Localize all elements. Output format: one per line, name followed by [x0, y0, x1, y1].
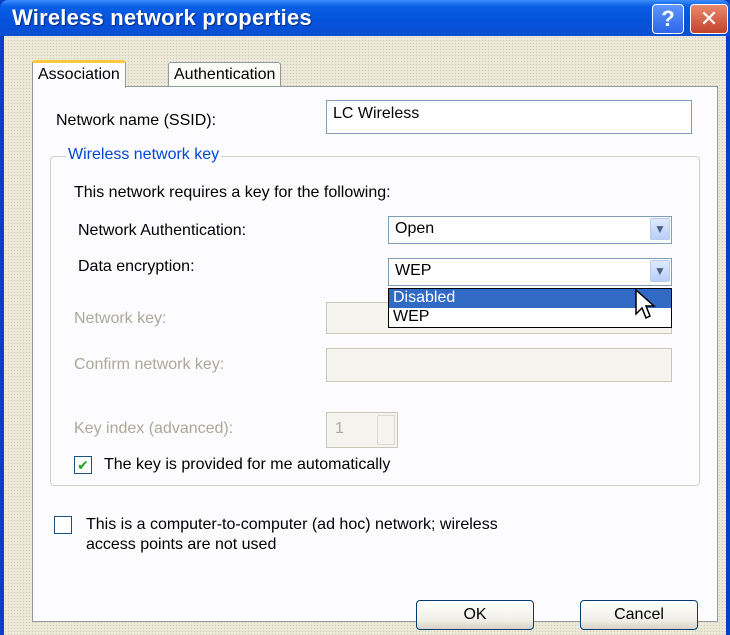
auto-key-checkbox[interactable]: ✔: [74, 456, 92, 474]
mouse-cursor-icon: [635, 288, 656, 320]
spinner-arrows-icon[interactable]: [377, 415, 395, 445]
ssid-label: Network name (SSID):: [56, 112, 217, 129]
chevron-down-icon[interactable]: ▼: [650, 218, 670, 240]
network-auth-value: Open: [395, 220, 435, 237]
network-auth-select[interactable]: Open ▼: [388, 216, 672, 244]
key-requirement-text: This network requires a key for the foll…: [74, 184, 391, 201]
data-encryption-select[interactable]: WEP ▼: [388, 258, 672, 286]
key-index-value: 1: [335, 420, 344, 437]
dialog-client: Association Authentication Network name …: [4, 36, 726, 635]
network-key-label: Network key:: [74, 310, 167, 327]
adhoc-checkbox[interactable]: [54, 516, 72, 534]
cancel-button[interactable]: Cancel: [580, 600, 698, 630]
encryption-option-wep[interactable]: WEP: [389, 308, 671, 327]
help-button[interactable]: ?: [652, 4, 684, 34]
data-encryption-label: Data encryption:: [78, 258, 195, 275]
encryption-dropdown-list[interactable]: Disabled WEP: [388, 288, 672, 328]
confirm-key-label: Confirm network key:: [74, 356, 225, 373]
tab-association[interactable]: Association: [32, 60, 126, 88]
ssid-input[interactable]: LC Wireless: [326, 100, 692, 134]
ssid-value: LC Wireless: [333, 105, 420, 122]
tab-authentication[interactable]: Authentication: [168, 62, 282, 88]
wireless-key-legend: Wireless network key: [66, 146, 222, 164]
key-index-label: Key index (advanced):: [74, 420, 234, 437]
network-auth-label: Network Authentication:: [78, 222, 247, 239]
ok-button[interactable]: OK: [416, 600, 534, 630]
adhoc-label-line1: This is a computer-to-computer (ad hoc) …: [86, 516, 498, 533]
close-button[interactable]: ✕: [690, 4, 728, 34]
adhoc-label-line2: access points are not used: [86, 536, 277, 553]
auto-key-label: The key is provided for me automatically: [104, 456, 391, 473]
window-title: Wireless network properties: [12, 5, 312, 30]
key-index-spinner[interactable]: 1: [326, 412, 398, 448]
chevron-down-icon[interactable]: ▼: [650, 260, 670, 282]
encryption-option-disabled[interactable]: Disabled: [389, 289, 671, 308]
data-encryption-value: WEP: [395, 262, 432, 279]
confirm-key-input[interactable]: [326, 348, 672, 382]
dialog-window: Wireless network properties ? ✕ Associat…: [0, 0, 730, 635]
title-bar[interactable]: Wireless network properties ? ✕: [0, 0, 730, 36]
